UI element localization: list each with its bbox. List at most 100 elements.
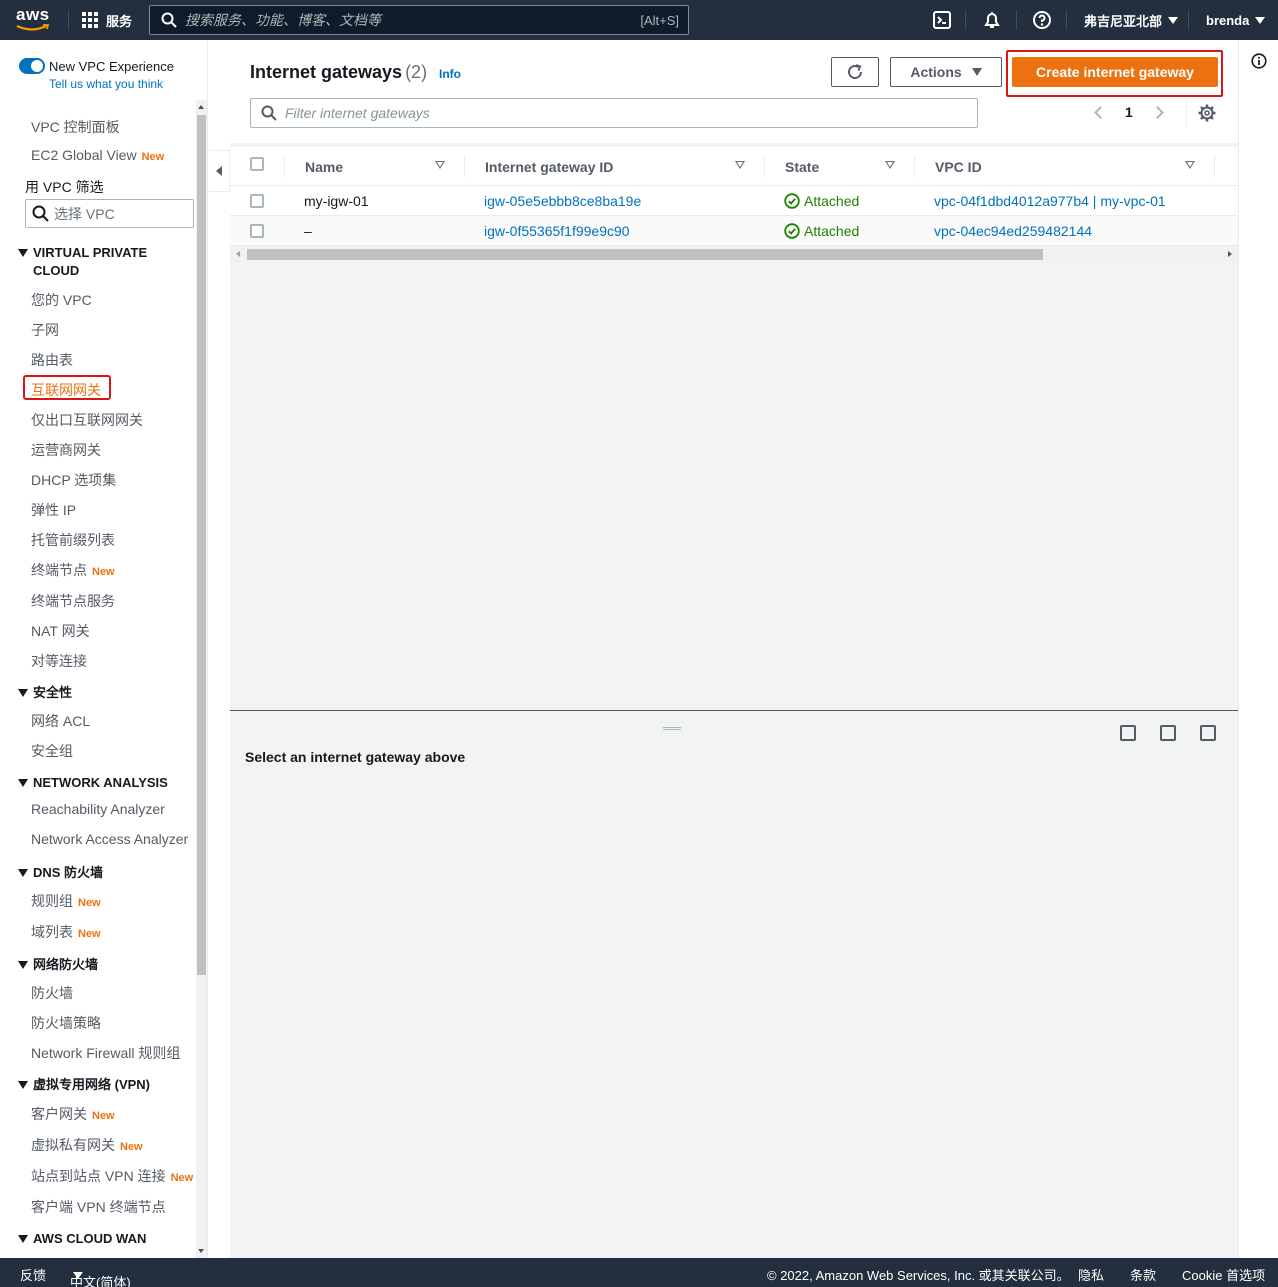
internet-gateways-table: Name Internet gateway ID State VPC ID my… (230, 147, 1238, 263)
sidebar-item-reachability-analyzer[interactable]: Reachability Analyzer (31, 801, 165, 817)
sidebar-item-subnets[interactable]: 子网 (31, 320, 59, 340)
sidebar-item-firewall-rule-groups[interactable]: Network Firewall 规则组 (31, 1043, 180, 1063)
info-icon[interactable] (1251, 53, 1267, 69)
section-network-firewall[interactable]: 网络防火墙 (18, 956, 173, 974)
cloudshell-icon[interactable] (932, 10, 952, 30)
table-horizontal-scrollbar[interactable] (230, 246, 1238, 263)
previous-page-icon[interactable] (1094, 105, 1107, 119)
sidebar-item-elastic-ip[interactable]: 弹性 IP (31, 500, 76, 520)
sidebar-item-client-vpn-endpoints[interactable]: 客户端 VPN 终端节点 (31, 1197, 166, 1217)
feedback-link[interactable]: 反馈 (20, 1265, 46, 1284)
caret-down-icon (18, 1081, 28, 1089)
sidebar-item-egress-only-igw[interactable]: 仅出口互联网网关 (31, 410, 143, 430)
split-panel: Select an internet gateway above (230, 710, 1238, 1258)
create-internet-gateway-button[interactable]: Create internet gateway (1012, 57, 1218, 87)
account-menu[interactable]: brenda (1206, 0, 1266, 40)
current-page-number[interactable]: 1 (1125, 104, 1133, 120)
sidebar-item-rule-groups[interactable]: 规则组 New (31, 891, 101, 911)
column-header-gateway-id[interactable]: Internet gateway ID (485, 147, 613, 186)
split-panel-resize-handle[interactable] (663, 727, 681, 730)
column-header-vpc-id[interactable]: VPC ID (935, 147, 982, 186)
split-side-icon[interactable] (1160, 725, 1176, 741)
next-page-icon[interactable] (1150, 105, 1164, 119)
horizontal-scroll-thumb[interactable] (247, 249, 1043, 260)
column-header-state[interactable]: State (785, 147, 819, 186)
cell-vpc-id-link[interactable]: vpc-04ec94ed259482144 (934, 216, 1092, 246)
sidebar-item-network-access-analyzer[interactable]: Network Access Analyzer (31, 831, 188, 847)
aws-logo[interactable]: aws (16, 6, 52, 34)
cell-gateway-id-link[interactable]: igw-05e5ebbb8ce8ba19e (484, 186, 641, 216)
cookie-preferences-link[interactable]: Cookie 首选项 (1182, 1265, 1265, 1284)
split-full-icon[interactable] (1200, 725, 1216, 741)
column-header-name[interactable]: Name (305, 147, 343, 186)
table-row[interactable]: – igw-0f55365f1f99e9c90 Attached vpc-04e… (230, 216, 1238, 246)
caret-down-icon (18, 869, 28, 877)
notifications-icon[interactable] (982, 10, 1002, 30)
column-divider (284, 155, 285, 177)
split-bottom-icon[interactable] (1120, 725, 1136, 741)
table-row[interactable]: my-igw-01 igw-05e5ebbb8ce8ba19e Attached… (230, 186, 1238, 216)
help-panel-strip (1238, 40, 1278, 1258)
sidebar-item-endpoint-services[interactable]: 终端节点服务 (31, 591, 115, 611)
row-checkbox[interactable] (250, 224, 264, 238)
top-navigation: aws 服务 [Alt+S] 弗吉尼亚北部 brenda (0, 0, 1278, 40)
info-link[interactable]: Info (439, 67, 461, 81)
section-vpn[interactable]: 虚拟专用网络 (VPN) (18, 1076, 173, 1094)
row-checkbox[interactable] (250, 194, 264, 208)
select-all-checkbox[interactable] (250, 157, 264, 171)
global-search-input[interactable] (185, 12, 605, 28)
sidebar-item-domain-lists[interactable]: 域列表 New (31, 922, 101, 942)
sidebar-item-internet-gateways[interactable]: 互联网网关 (31, 380, 101, 400)
collapse-sidebar-button[interactable] (209, 150, 230, 192)
sidebar-item-security-groups[interactable]: 安全组 (31, 741, 73, 761)
sidebar-item-firewall-policies[interactable]: 防火墙策略 (31, 1013, 101, 1033)
sort-icon[interactable] (885, 161, 895, 169)
section-network-analysis[interactable]: NETWORK ANALYSIS (18, 774, 173, 792)
nav-divider (68, 10, 69, 30)
feedback-link[interactable]: Tell us what you think (49, 77, 163, 91)
services-label: 服务 (106, 13, 133, 29)
sidebar-scrollbar[interactable] (196, 100, 207, 1258)
table-filter[interactable] (250, 98, 978, 128)
vpc-filter-select[interactable]: 选择 VPC (25, 199, 194, 228)
cell-vpc-id-link[interactable]: vpc-04f1dbd4012a977b4 | my-vpc-01 (934, 186, 1166, 216)
sidebar-item-site-to-site-vpn[interactable]: 站点到站点 VPN 连接 New (31, 1166, 193, 1186)
sort-icon[interactable] (1185, 161, 1195, 169)
actions-dropdown-button[interactable]: Actions (890, 57, 1002, 87)
sidebar-item-peering[interactable]: 对等连接 (31, 651, 87, 671)
sidebar-item-route-tables[interactable]: 路由表 (31, 350, 73, 370)
new-vpc-experience-toggle[interactable] (19, 58, 45, 74)
section-dns-firewall[interactable]: DNS 防火墙 (18, 864, 173, 882)
sidebar-item-network-acl[interactable]: 网络 ACL (31, 711, 90, 731)
filter-input[interactable] (285, 105, 965, 121)
help-icon[interactable] (1032, 10, 1052, 30)
sidebar-item-ec2-global-view[interactable]: EC2 Global View New (31, 147, 164, 163)
section-aws-cloud-wan[interactable]: AWS CLOUD WAN (18, 1230, 173, 1248)
sidebar-item-nat-gateways[interactable]: NAT 网关 (31, 621, 90, 641)
sidebar-item-dhcp-options[interactable]: DHCP 选项集 (31, 470, 116, 490)
sidebar-scroll-thumb[interactable] (197, 115, 206, 975)
sort-icon[interactable] (435, 161, 445, 169)
new-badge: New (92, 1110, 115, 1122)
cell-gateway-id-link[interactable]: igw-0f55365f1f99e9c90 (484, 216, 630, 246)
services-menu-button[interactable]: 服务 (82, 0, 132, 40)
sidebar-item-prefix-lists[interactable]: 托管前缀列表 (31, 530, 115, 550)
sidebar-item-carrier-gateways[interactable]: 运营商网关 (31, 440, 101, 460)
refresh-button[interactable] (831, 57, 879, 87)
table-panel: Internet gateways (2) Info Actions Create… (230, 40, 1238, 710)
sidebar-item-firewalls[interactable]: 防火墙 (31, 983, 73, 1003)
section-virtual-private-cloud[interactable]: VIRTUAL PRIVATE CLOUD (18, 244, 173, 280)
gear-icon[interactable] (1198, 104, 1216, 122)
terms-link[interactable]: 条款 (1130, 1265, 1156, 1284)
sort-icon[interactable] (735, 161, 745, 169)
sidebar-item-virtual-private-gateways[interactable]: 虚拟私有网关 New (31, 1135, 143, 1155)
copyright-text: © 2022, Amazon Web Services, Inc. 或其关联公司… (767, 1268, 1070, 1283)
sidebar-item-your-vpcs[interactable]: 您的 VPC (31, 290, 92, 310)
region-selector[interactable]: 弗吉尼亚北部 (1084, 0, 1179, 40)
sidebar-item-endpoints[interactable]: 终端节点 New (31, 560, 115, 580)
section-security[interactable]: 安全性 (18, 684, 173, 702)
privacy-link[interactable]: 隐私 (1078, 1265, 1104, 1284)
sidebar-item-vpc-dashboard[interactable]: VPC 控制面板 (31, 117, 120, 137)
global-search[interactable]: [Alt+S] (149, 5, 689, 35)
sidebar-item-customer-gateways[interactable]: 客户网关 New (31, 1104, 115, 1124)
